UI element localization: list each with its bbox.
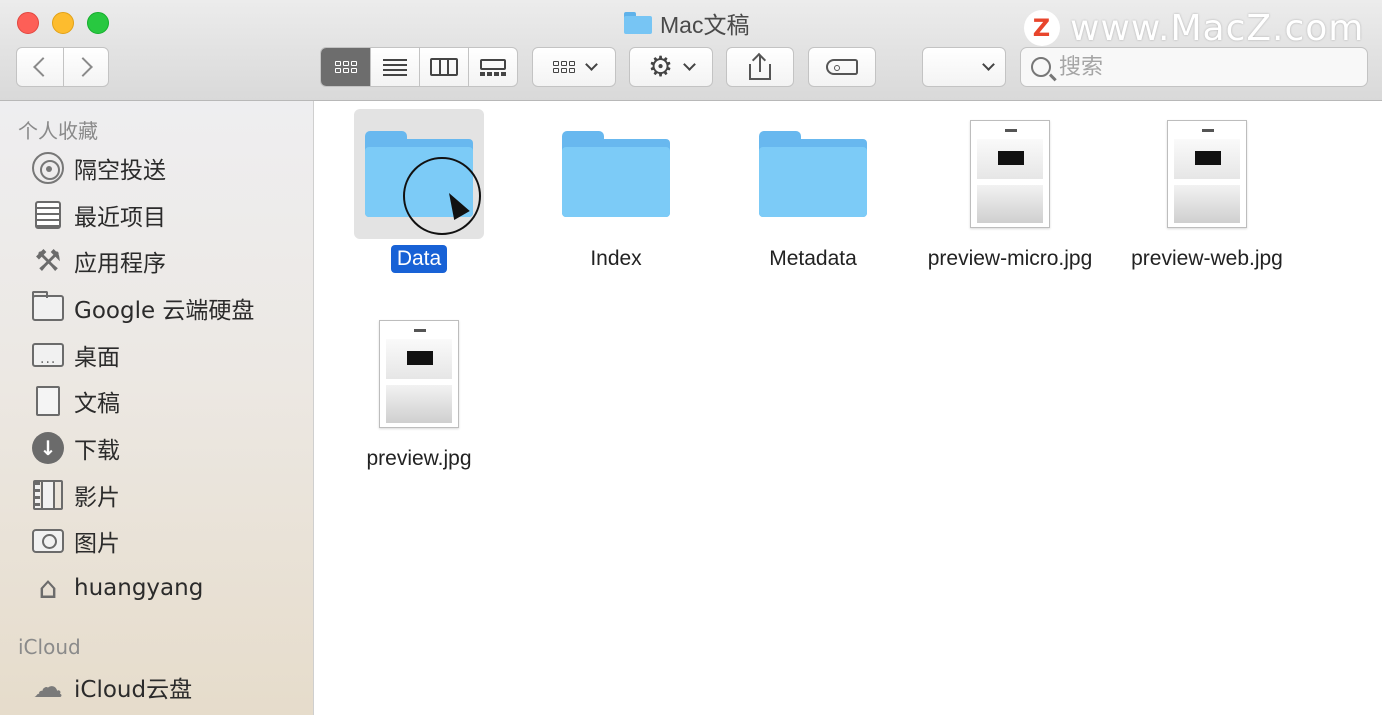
file-item-index-folder[interactable]: Index — [516, 109, 716, 273]
sidebar-item-documents[interactable]: 文稿 — [30, 381, 300, 422]
folder-icon — [32, 291, 64, 321]
file-item-preview-micro[interactable]: preview-micro.jpg — [910, 109, 1110, 273]
column-view-icon — [430, 58, 458, 76]
recents-icon — [35, 201, 61, 229]
file-name: preview.jpg — [366, 447, 472, 470]
sidebar-item-airdrop[interactable]: 隔空投送 — [30, 148, 300, 188]
file-item-preview[interactable]: preview.jpg — [319, 309, 519, 473]
sidebar-item-label: 最近项目 — [74, 205, 166, 231]
toolbar-dropdown[interactable] — [922, 47, 1006, 87]
back-button[interactable] — [17, 48, 63, 86]
pictures-icon — [32, 529, 64, 553]
image-thumbnail — [945, 109, 1075, 239]
grid-icon — [552, 61, 575, 73]
sidebar-item-label: Google 云端硬盘 — [74, 298, 255, 324]
file-name: Metadata — [769, 247, 857, 270]
file-name: Data — [390, 245, 448, 273]
icon-view-button[interactable] — [321, 48, 370, 86]
folder-icon — [624, 12, 652, 34]
sidebar-item-label: 应用程序 — [74, 251, 166, 277]
chevron-down-icon — [982, 58, 995, 71]
zoom-window-button[interactable] — [87, 12, 109, 34]
tag-icon — [826, 59, 858, 75]
search-field[interactable] — [1020, 47, 1368, 87]
sidebar-item-desktop[interactable]: 桌面 — [30, 335, 300, 375]
chevron-down-icon — [584, 58, 598, 71]
watermark-text: www.MacZ.com — [1070, 7, 1365, 49]
gallery-view-button[interactable] — [468, 48, 517, 86]
file-name: preview-micro.jpg — [927, 247, 1093, 270]
window-title: Mac文稿 — [624, 8, 749, 38]
share-button[interactable] — [726, 47, 794, 87]
search-icon — [1031, 57, 1051, 77]
folder-icon — [551, 109, 681, 239]
column-view-button[interactable] — [419, 48, 468, 86]
sidebar-item-downloads[interactable]: ↓ 下载 — [30, 428, 300, 468]
list-view-button[interactable] — [370, 48, 419, 86]
icloud-section-title: iCloud — [18, 635, 81, 659]
gallery-view-icon — [480, 58, 506, 76]
image-thumbnail — [354, 309, 484, 439]
icon-view-icon — [334, 61, 357, 73]
sidebar-item-recents[interactable]: 最近项目 — [30, 195, 300, 235]
sidebar-item-pictures[interactable]: 图片 — [30, 521, 300, 561]
search-input[interactable] — [1059, 54, 1359, 80]
movies-icon — [33, 480, 63, 510]
sidebar-item-google-drive[interactable]: Google 云端硬盘 — [30, 288, 300, 328]
list-view-icon — [383, 58, 407, 76]
folder-icon — [748, 109, 878, 239]
file-item-metadata-folder[interactable]: Metadata — [713, 109, 913, 273]
window-toolbar: Mac文稿 Z www.MacZ.com ⚙ — [0, 0, 1382, 101]
sidebar-item-label: 桌面 — [74, 345, 120, 371]
downloads-icon: ↓ — [32, 432, 64, 464]
sidebar: 个人收藏 隔空投送 最近项目 ⚒ 应用程序 Google 云端硬盘 桌面 文稿 … — [0, 101, 314, 715]
window-title-text: Mac文稿 — [660, 12, 750, 38]
gear-icon: ⚙ — [647, 50, 674, 83]
sidebar-item-movies[interactable]: 影片 — [30, 475, 300, 515]
airdrop-icon — [32, 152, 64, 184]
sidebar-item-label: 影片 — [74, 485, 120, 511]
sidebar-item-icloud-drive[interactable]: ☁ iCloud云盘 — [30, 667, 300, 707]
sidebar-item-label: 文稿 — [74, 391, 120, 417]
favorites-section-title: 个人收藏 — [18, 119, 98, 143]
sidebar-item-home[interactable]: ⌂ huangyang — [30, 568, 300, 608]
watermark: Z www.MacZ.com — [1024, 7, 1365, 49]
documents-icon — [36, 386, 66, 422]
sidebar-item-applications[interactable]: ⚒ 应用程序 — [30, 241, 300, 281]
share-icon — [749, 52, 771, 80]
view-mode-selector — [320, 47, 518, 87]
chevron-down-icon — [683, 58, 696, 71]
cloud-icon: ☁ — [33, 669, 63, 705]
sidebar-item-label: 图片 — [74, 531, 120, 557]
sidebar-item-label: 隔空投送 — [74, 158, 166, 184]
watermark-logo: Z — [1024, 10, 1060, 46]
desktop-icon — [32, 343, 64, 371]
minimize-window-button[interactable] — [52, 12, 74, 34]
action-button[interactable]: ⚙ — [629, 47, 713, 87]
chevron-right-icon — [72, 57, 93, 77]
sidebar-item-label: huangyang — [74, 575, 204, 601]
chevron-left-icon — [32, 57, 53, 77]
applications-icon: ⚒ — [34, 243, 62, 279]
navigation-buttons — [16, 47, 109, 87]
tag-button[interactable] — [808, 47, 876, 87]
file-item-preview-web[interactable]: preview-web.jpg — [1107, 109, 1307, 273]
sidebar-item-label: iCloud云盘 — [74, 677, 193, 703]
file-name: Index — [590, 247, 642, 270]
group-by-button[interactable] — [532, 47, 616, 87]
home-icon: ⌂ — [38, 570, 58, 606]
close-window-button[interactable] — [17, 12, 39, 34]
file-name: preview-web.jpg — [1131, 247, 1283, 270]
forward-button[interactable] — [62, 48, 109, 86]
image-thumbnail — [1142, 109, 1272, 239]
sidebar-item-label: 下载 — [74, 438, 120, 464]
